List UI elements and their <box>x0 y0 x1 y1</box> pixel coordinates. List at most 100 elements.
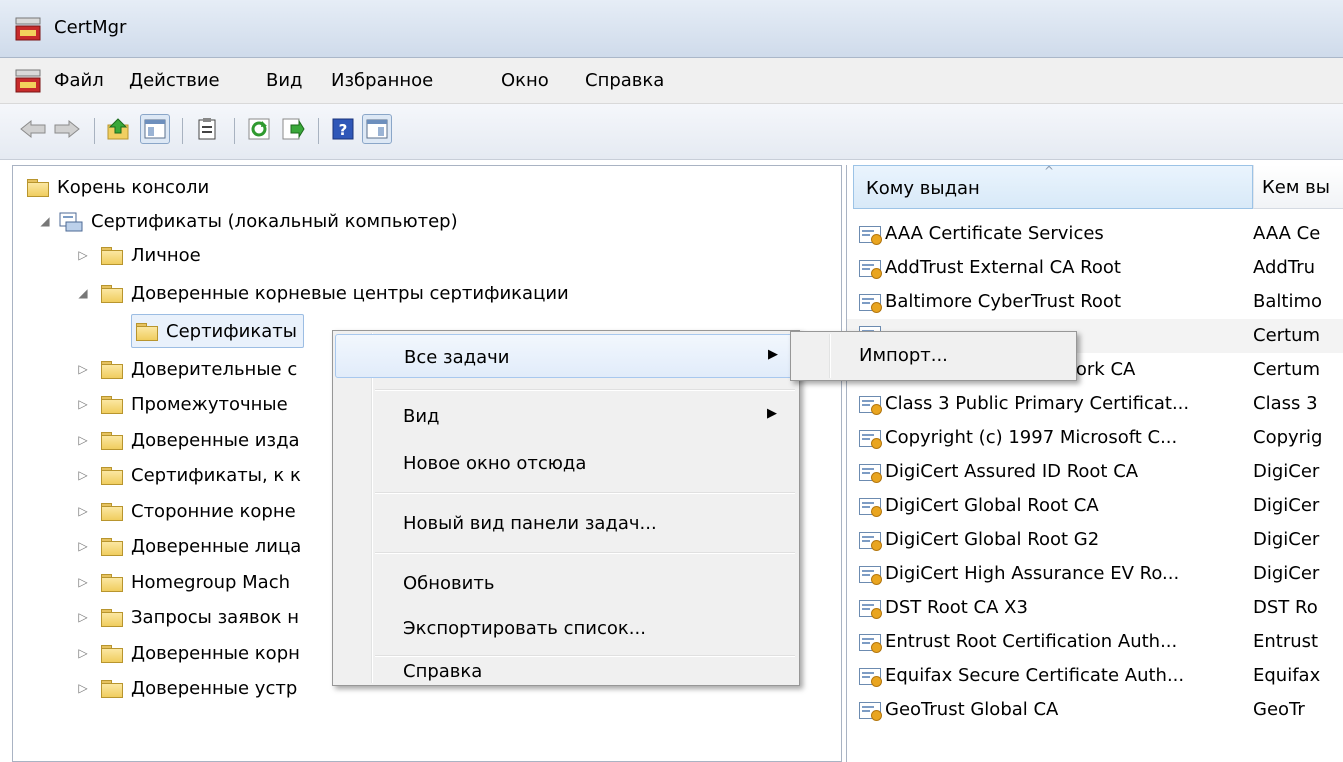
tree-node[interactable]: ▷ Доверительные с <box>75 352 297 386</box>
menu-item-all-tasks[interactable]: Все задачи ▶ <box>335 334 797 378</box>
properties-icon[interactable] <box>192 114 222 144</box>
menu-item-view[interactable]: Вид ▶ <box>335 394 797 438</box>
menu-item-label: Новый вид панели задач... <box>403 513 657 534</box>
up-level-icon[interactable] <box>104 114 134 144</box>
table-row[interactable]: Class 3 Public Primary Certificat... Clas… <box>847 387 1343 421</box>
menu-item-help[interactable]: Справка <box>335 639 797 683</box>
tree-node-trusted-root[interactable]: ◢ Доверенные корневые центры сертификаци… <box>75 276 569 310</box>
table-row[interactable]: DigiCert Global Root CA DigiCer <box>847 489 1343 523</box>
menu-window[interactable]: Окно <box>501 70 549 91</box>
cell-issued-to: Class 3 Public Primary Certificat... <box>859 393 1190 415</box>
expand-arrow-icon[interactable]: ▷ <box>75 680 91 696</box>
back-icon[interactable] <box>18 114 48 144</box>
cell-text: AAA Certificate Services <box>885 223 1104 244</box>
table-row[interactable]: DigiCert Assured ID Root CA DigiCer <box>847 455 1343 489</box>
forward-icon[interactable] <box>52 114 82 144</box>
certmgr-app-icon <box>14 16 42 47</box>
table-row[interactable]: Baltimore CyberTrust Root Baltimo <box>847 285 1343 319</box>
tree-node-certs-local[interactable]: ◢ Сертификаты (локальный компьютер) <box>37 204 458 238</box>
certificate-icon <box>859 633 882 653</box>
table-row[interactable]: Copyright (c) 1997 Microsoft C... Copyrig <box>847 421 1343 455</box>
svg-text:?: ? <box>339 121 348 139</box>
menu-help[interactable]: Справка <box>585 70 664 91</box>
table-row[interactable]: AAA Certificate Services AAA Ce <box>847 217 1343 251</box>
tree-node[interactable]: ▷ Запросы заявок н <box>75 600 299 634</box>
tree-node-label: Доверенные корневые центры сертификации <box>131 282 569 304</box>
tree-node-console-root[interactable]: Корень консоли <box>27 170 209 204</box>
submenu-arrow-icon: ▶ <box>767 406 777 421</box>
tree-node[interactable]: ▷ Сторонние корне <box>75 494 296 528</box>
table-row[interactable]: DigiCert High Assurance EV Ro... DigiCer <box>847 557 1343 591</box>
certificate-icon <box>859 225 882 245</box>
tree-node-certificates-selected[interactable]: Сертификаты <box>131 314 304 348</box>
certificates-store-icon <box>59 212 83 232</box>
tree-node-label: Сертификаты, к к <box>131 464 301 486</box>
certificate-icon <box>859 565 882 585</box>
table-row[interactable]: DST Root CA X3 DST Ro <box>847 591 1343 625</box>
expand-arrow-icon[interactable]: ▷ <box>75 396 91 412</box>
table-row[interactable]: AddTrust External CA Root AddTru <box>847 251 1343 285</box>
certificate-icon <box>859 293 882 313</box>
menu-view[interactable]: Вид <box>266 70 303 91</box>
cell-text: DigiCert High Assurance EV Ro... <box>885 563 1180 584</box>
cell-issued-to: Equifax Secure Certificate Auth... <box>859 665 1184 687</box>
certificate-list: ^ Кому выдан Кем вы AAA Certificate Serv… <box>846 165 1343 762</box>
help-icon[interactable]: ? <box>328 114 358 144</box>
cell-issued-to: DigiCert Global Root CA <box>859 495 1099 517</box>
cell-issued-by: Certum <box>1253 359 1321 380</box>
collapse-arrow-icon[interactable]: ◢ <box>75 285 91 301</box>
menu-action[interactable]: Действие <box>129 70 220 91</box>
cell-text: Class 3 Public Primary Certificat... <box>885 393 1190 414</box>
expand-arrow-icon[interactable]: ▷ <box>75 247 91 263</box>
certificate-icon <box>859 667 882 687</box>
tree-node[interactable]: ▷ Homegroup Mach <box>75 565 290 599</box>
expand-arrow-icon[interactable]: ▷ <box>75 361 91 377</box>
tree-node-label: Доверенные лица <box>131 535 302 557</box>
menu-favorites[interactable]: Избранное <box>331 70 433 91</box>
expand-arrow-icon[interactable]: ▷ <box>75 503 91 519</box>
table-row[interactable]: Entrust Root Certification Auth... Entrus… <box>847 625 1343 659</box>
table-row[interactable]: Equifax Secure Certificate Auth... Equifa… <box>847 659 1343 693</box>
table-row[interactable]: GeoTrust Global CA GeoTr <box>847 693 1343 727</box>
all-tasks-submenu: Импорт... <box>790 331 1077 381</box>
menu-bar: Файл Действие Вид Избранное Окно Справка <box>0 58 1343 104</box>
tree-node[interactable]: ▷ Доверенные корн <box>75 636 300 670</box>
tree-node-label: Сертификаты (локальный компьютер) <box>91 210 458 232</box>
column-header-issued-to[interactable]: ^ Кому выдан <box>853 165 1253 209</box>
cell-issued-by: Copyrig <box>1253 427 1323 448</box>
menu-item-import[interactable]: Импорт... <box>859 345 948 366</box>
menu-item-new-taskpad[interactable]: Новый вид панели задач... <box>335 501 797 545</box>
export-list-icon[interactable] <box>278 114 308 144</box>
tree-node[interactable]: ▷ Промежуточные <box>75 387 287 421</box>
tree-node[interactable]: ▷ Доверенные устр <box>75 671 297 705</box>
cell-issued-by: DigiCer <box>1253 495 1320 516</box>
cell-text: AddTrust External CA Root <box>885 257 1121 278</box>
expand-arrow-icon[interactable]: ▷ <box>75 574 91 590</box>
show-hide-action-pane-icon[interactable] <box>362 114 392 144</box>
table-row[interactable]: DigiCert Global Root G2 DigiCer <box>847 523 1343 557</box>
menu-item-refresh[interactable]: Обновить <box>335 561 797 605</box>
folder-icon <box>101 537 123 556</box>
tree-node[interactable]: ▷ Доверенные лица <box>75 529 301 563</box>
collapse-arrow-icon[interactable]: ◢ <box>37 213 53 229</box>
menu-file[interactable]: Файл <box>54 70 104 91</box>
cell-issued-by: DST Ro <box>1253 597 1318 618</box>
folder-icon <box>101 246 123 265</box>
expand-arrow-icon[interactable]: ▷ <box>75 467 91 483</box>
column-header-issued-by[interactable]: Кем вы <box>1253 165 1343 209</box>
system-menu-icon[interactable] <box>14 68 42 99</box>
tree-node[interactable]: ▷ Доверенные изда <box>75 423 299 457</box>
tree-node[interactable]: ▷ Сертификаты, к к <box>75 458 301 492</box>
menu-item-new-window[interactable]: Новое окно отсюда <box>335 441 797 485</box>
tree-node-label: Сторонние корне <box>131 500 296 522</box>
refresh-icon[interactable] <box>244 114 274 144</box>
cell-issued-to: DigiCert Assured ID Root CA <box>859 461 1138 483</box>
expand-arrow-icon[interactable]: ▷ <box>75 432 91 448</box>
toolbar-separator <box>182 118 183 144</box>
tree-node-personal[interactable]: ▷ Личное <box>75 238 200 272</box>
expand-arrow-icon[interactable]: ▷ <box>75 538 91 554</box>
title-bar: CertMgr <box>0 0 1343 58</box>
expand-arrow-icon[interactable]: ▷ <box>75 609 91 625</box>
show-hide-console-tree-icon[interactable] <box>140 114 170 144</box>
expand-arrow-icon[interactable]: ▷ <box>75 645 91 661</box>
